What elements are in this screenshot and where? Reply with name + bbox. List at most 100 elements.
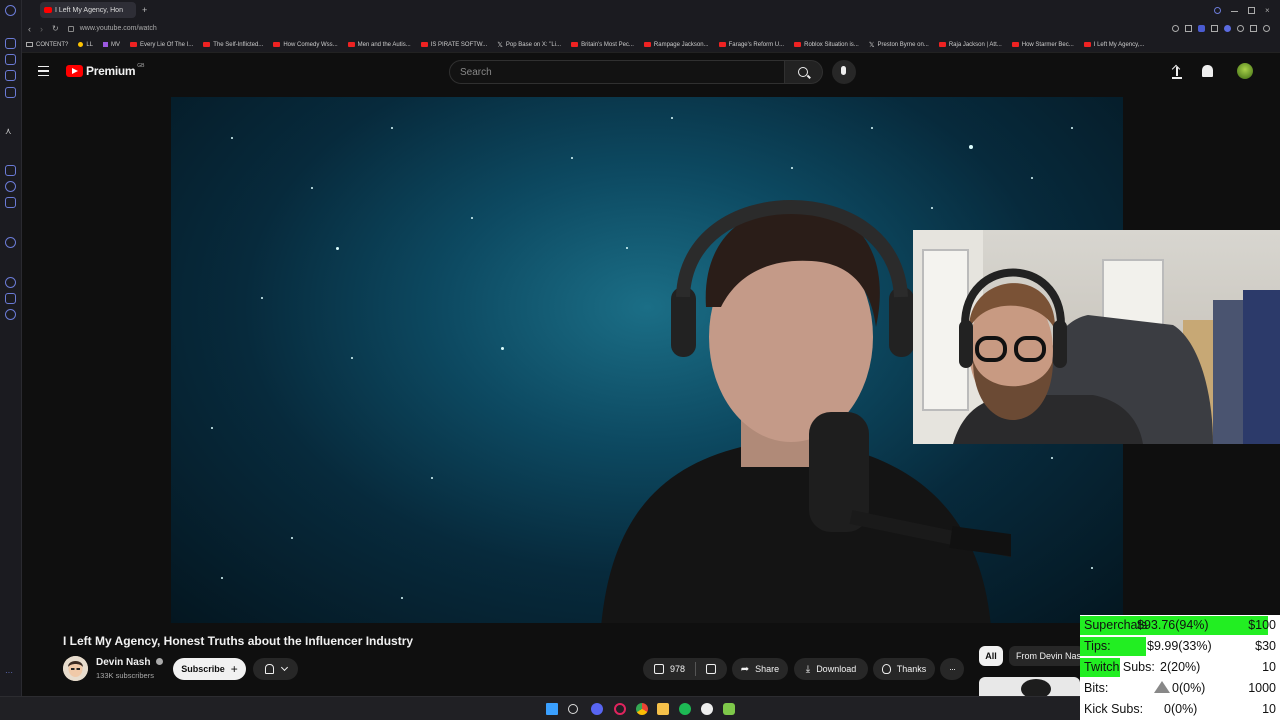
youtube-favicon-icon: [203, 42, 211, 47]
bookmark-item[interactable]: 𝕏 Preston Byrne on...: [869, 41, 929, 49]
zoom-icon[interactable]: [1172, 25, 1179, 32]
file-explorer-icon[interactable]: [657, 703, 669, 715]
goal-value: $9.99(33%): [1147, 639, 1212, 653]
sidebar-chat-icon[interactable]: [5, 70, 16, 81]
bookmark-item[interactable]: Men and the Autis...: [347, 42, 411, 48]
bookmark-item[interactable]: Farage's Reform U...: [718, 42, 784, 48]
sidebar-workspace-icon[interactable]: [5, 293, 16, 304]
sidebar-twitch-icon[interactable]: [5, 165, 16, 176]
thanks-icon: [881, 664, 891, 674]
bookmark-item[interactable]: How Comedy Wss...: [273, 42, 338, 48]
verified-badge-icon: [156, 658, 164, 665]
sidebar-player-icon[interactable]: [5, 237, 16, 248]
divider: [695, 662, 697, 676]
reload-icon[interactable]: ↻: [52, 24, 59, 33]
bookmark-item[interactable]: IS PIRATE SOFTW...: [420, 42, 487, 48]
voice-search-button[interactable]: [832, 60, 856, 84]
goal-row-tips: Tips: $9.99(33%) $30: [1080, 636, 1280, 657]
bookmark-item[interactable]: 𝕏 Pop Base on X: "Li...: [497, 41, 561, 49]
channel-name-link[interactable]: Devin Nash: [96, 657, 164, 668]
microphone-icon: [841, 66, 846, 75]
download-icon[interactable]: [1250, 25, 1257, 32]
search-tabs-icon[interactable]: [1214, 6, 1221, 14]
goal-value: 0(0%): [1164, 702, 1198, 716]
bookmark-item[interactable]: How Starmer Bec...: [1011, 42, 1074, 48]
thanks-button[interactable]: Thanks: [873, 658, 935, 680]
forward-icon[interactable]: ›: [40, 24, 43, 34]
bookmark-item[interactable]: LL: [78, 42, 93, 48]
chip-from-channel[interactable]: From Devin Nash: [1009, 646, 1084, 666]
search-button[interactable]: [785, 60, 823, 84]
bits-triangle-icon: [1154, 681, 1170, 695]
heart-icon[interactable]: [1224, 25, 1231, 32]
extension-icon[interactable]: [1211, 25, 1218, 32]
opera-logo-icon[interactable]: [5, 5, 16, 16]
sidebar-messenger-icon[interactable]: [5, 87, 16, 98]
notifications-bell-icon[interactable]: [1202, 65, 1213, 77]
notification-preferences-button[interactable]: [253, 658, 298, 680]
like-dislike-group: 978: [643, 658, 727, 680]
bookmark-item[interactable]: MV: [103, 42, 120, 48]
bookmark-item[interactable]: I Left My Agency,...: [1083, 42, 1144, 48]
streamer-webcam: [913, 230, 1280, 444]
channel-avatar[interactable]: [63, 656, 88, 681]
like-button[interactable]: 978: [653, 664, 685, 674]
sidebar-messenger2-icon[interactable]: [5, 181, 16, 192]
windows-start-icon[interactable]: [546, 703, 558, 715]
more-icon: ···: [949, 664, 956, 674]
youtube-logo[interactable]: Premium GB: [66, 63, 145, 78]
sidebar-instagram-icon[interactable]: [5, 197, 16, 208]
new-tab-button[interactable]: +: [142, 5, 147, 15]
site-info-icon[interactable]: [67, 25, 74, 32]
close-icon[interactable]: ×: [1265, 6, 1272, 14]
logo-text: Premium: [86, 64, 136, 78]
extensions-puzzle-icon[interactable]: [1237, 25, 1244, 32]
bookmark-item[interactable]: Rampage Jackson...: [643, 42, 709, 48]
more-actions-button[interactable]: ···: [940, 658, 964, 680]
stream-goals-overlay: Superchats $93.76(94%) $100 Tips: $9.99(…: [1080, 615, 1280, 720]
bookmark-item[interactable]: Britain's Most Pec...: [571, 42, 634, 48]
bookmarks-bar: CONTENT? LL MV Every Lie Of The I... The…: [22, 37, 1280, 53]
discord-icon[interactable]: [591, 703, 603, 715]
address-toolbar-icons: [1172, 25, 1280, 32]
sidebar-history-icon[interactable]: [5, 277, 16, 288]
app-icon[interactable]: [723, 703, 735, 715]
bookmark-item[interactable]: Raja Jackson | Att...: [938, 42, 1002, 48]
menu-icon[interactable]: [38, 66, 49, 76]
goal-target: 1000: [1248, 681, 1276, 695]
tab-title: I Left My Agency, Hon: [55, 6, 123, 14]
youtube-play-icon: [66, 65, 83, 77]
account-avatar[interactable]: [1237, 63, 1253, 79]
recommended-video-thumbnail[interactable]: [979, 677, 1080, 696]
spotify-icon[interactable]: [679, 703, 691, 715]
sidebar-settings-icon[interactable]: [5, 309, 16, 320]
bookmark-item[interactable]: Every Lie Of The I...: [130, 42, 193, 48]
dislike-button[interactable]: [706, 664, 717, 674]
sidebar-refresh-icon[interactable]: [5, 38, 16, 49]
goal-value: 2(20%): [1160, 660, 1201, 674]
maximize-icon[interactable]: [1248, 6, 1255, 14]
bookmark-item[interactable]: Roblox Situation is...: [794, 42, 859, 48]
share-button[interactable]: ➦ Share: [732, 658, 788, 680]
download-button[interactable]: ⤓ Download: [794, 658, 868, 680]
search-icon[interactable]: [568, 704, 578, 714]
chrome-icon[interactable]: [636, 703, 648, 715]
tab-active[interactable]: I Left My Agency, Hon: [40, 2, 136, 18]
opera-gx-icon[interactable]: [614, 703, 626, 715]
chip-all[interactable]: All: [979, 646, 1003, 666]
search-input[interactable]: Search: [449, 60, 785, 84]
minimize-icon[interactable]: [1231, 10, 1238, 12]
sidebar-aria-icon[interactable]: ⋏: [5, 126, 16, 137]
back-icon[interactable]: ‹: [28, 24, 31, 34]
subscribe-button[interactable]: Subscribe +: [173, 658, 246, 680]
xbox-icon[interactable]: [701, 703, 713, 715]
bookmark-item[interactable]: The Self-Inflicted...: [203, 42, 263, 48]
ad-block-icon[interactable]: [1185, 25, 1192, 32]
sidebar-bag-icon[interactable]: [5, 54, 16, 65]
sidebar-more-icon[interactable]: ···: [5, 668, 16, 679]
url-field[interactable]: www.youtube.com/watch: [80, 25, 157, 32]
create-upload-icon[interactable]: [1171, 64, 1182, 79]
bookmark-item[interactable]: CONTENT?: [26, 42, 68, 48]
profile-icon[interactable]: [1263, 25, 1270, 32]
vpn-shield-icon[interactable]: [1198, 25, 1205, 32]
